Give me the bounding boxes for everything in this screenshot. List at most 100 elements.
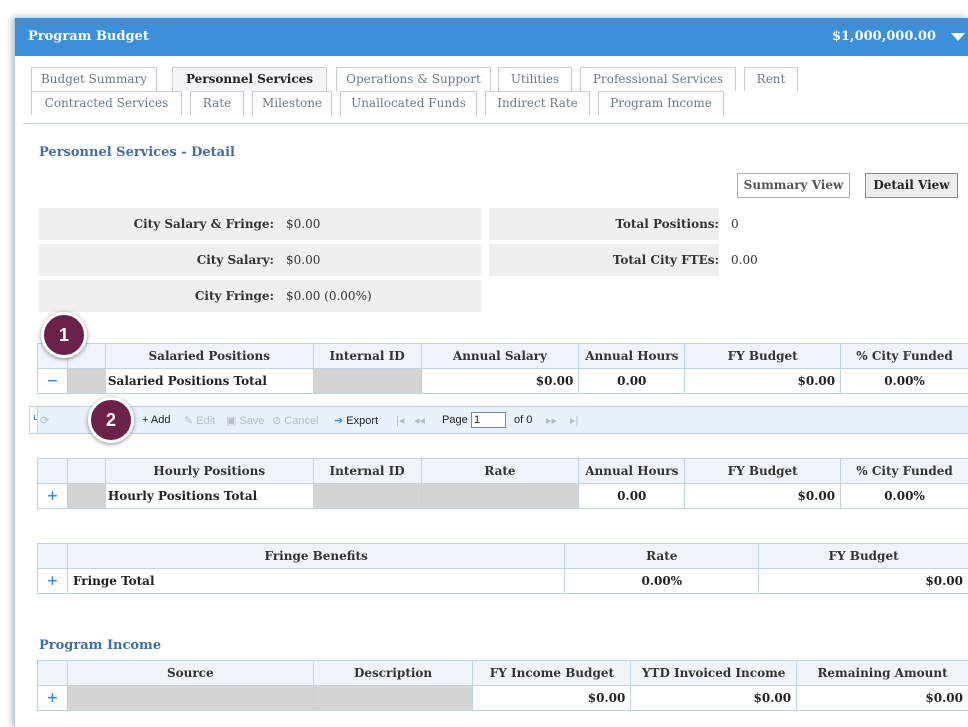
city-salary-label: City Salary: (196, 253, 274, 267)
city-fringe-value: $0.00 (0.00%) (286, 289, 372, 303)
tab-rate[interactable]: Rate (190, 91, 244, 115)
last-page-icon[interactable]: ▸| (570, 414, 578, 427)
expand-col-header (37, 543, 68, 569)
description-cell (312, 685, 474, 711)
callout-badge-2: 2 (88, 397, 134, 443)
cancel-button[interactable]: ⊘ Cancel (272, 414, 319, 427)
fy-income-budget-cell: $0.00 (472, 685, 632, 711)
col-description[interactable]: Description (312, 660, 474, 686)
col-annual-salary[interactable]: Annual Salary (420, 343, 580, 369)
col-fy-budget[interactable]: FY Budget (758, 543, 968, 569)
col-internal-id[interactable]: Internal ID (312, 458, 422, 484)
city-salary-fringe-label: City Salary & Fringe: (133, 217, 274, 231)
tab-program-income[interactable]: Program Income (598, 91, 724, 115)
save-button[interactable]: ▣ Save (226, 414, 265, 427)
pct-funded-cell: 0.00% (840, 483, 968, 509)
edit-label: Edit (196, 415, 216, 427)
annual-hours-cell: 0.00 (578, 483, 686, 509)
expand-row-button[interactable]: + (37, 685, 68, 711)
city-salary-fringe-value: $0.00 (286, 217, 321, 231)
tab-personnel-services[interactable]: Personnel Services (172, 67, 327, 91)
summary-view-button[interactable]: Summary View (737, 173, 850, 198)
col-salaried-positions[interactable]: Salaried Positions (104, 343, 314, 369)
add-icon: + (142, 414, 149, 426)
next-page-icon[interactable]: ▸▸ (546, 414, 557, 427)
source-cell (66, 685, 314, 711)
table-header-row: Salaried Positions Internal ID Annual Sa… (37, 343, 968, 369)
page-number-input[interactable]: 1 (471, 412, 506, 428)
col-annual-hours[interactable]: Annual Hours (578, 458, 686, 484)
city-fringe-label: City Fringe: (194, 289, 274, 303)
tab-unallocated-funds[interactable]: Unallocated Funds (340, 91, 477, 115)
hourly-positions-table: Hourly Positions Internal ID Rate Annual… (37, 458, 968, 509)
tab-budget-summary[interactable]: Budget Summary (31, 67, 157, 91)
table-header-row: Fringe Benefits Rate FY Budget (37, 543, 968, 569)
tab-indirect-rate[interactable]: Indirect Rate (485, 91, 590, 115)
table-row: + Fringe Total 0.00% $0.00 (37, 568, 968, 594)
export-button[interactable]: ➔ Export (334, 414, 378, 427)
col-fy-budget[interactable]: FY Budget (684, 343, 842, 369)
col-hourly-positions[interactable]: Hourly Positions (104, 458, 314, 484)
annual-hours-cell: 0.00 (578, 368, 686, 394)
tab-milestone[interactable]: Milestone (252, 91, 332, 115)
fringe-rate-cell: 0.00% (564, 568, 760, 594)
col-ytd-invoiced-income[interactable]: YTD Invoiced Income (630, 660, 798, 686)
col-rate[interactable]: Rate (420, 458, 580, 484)
col-pct-city-funded[interactable]: % City Funded (840, 458, 968, 484)
edit-button[interactable]: ✎ Edit (184, 414, 215, 427)
col-fy-budget[interactable]: FY Budget (684, 458, 842, 484)
section-title-program-income: Program Income (39, 638, 162, 653)
fy-budget-cell: $0.00 (684, 483, 842, 509)
collapse-caret-icon[interactable] (951, 33, 965, 41)
col-remaining-amount[interactable]: Remaining Amount (796, 660, 968, 686)
total-ftes-label: Total City FTEs: (612, 253, 719, 267)
table-row: − Salaried Positions Total $0.00 0.00 $0… (37, 368, 968, 394)
expand-row-button[interactable]: + (37, 568, 68, 594)
fy-budget-cell: $0.00 (684, 368, 842, 394)
col-pct-city-funded[interactable]: % City Funded (840, 343, 968, 369)
fringe-total-label: Fringe Total (66, 568, 566, 594)
budget-tabs: Budget Summary Personnel Services Operat… (23, 56, 968, 140)
tabs-divider (23, 123, 968, 124)
save-label: Save (239, 415, 265, 427)
tab-professional-services[interactable]: Professional Services (580, 67, 736, 91)
total-positions-label: Total Positions: (615, 217, 719, 231)
rate-cell (420, 483, 580, 509)
panel-header[interactable]: Program Budget $1,000,000.00 (15, 18, 968, 56)
panel-title: Program Budget (28, 29, 149, 44)
col-annual-hours[interactable]: Annual Hours (578, 343, 686, 369)
first-page-icon[interactable]: |◂ (396, 414, 404, 427)
callout-badge-1: 1 (41, 312, 87, 358)
col-source[interactable]: Source (66, 660, 314, 686)
section-title-detail: Personnel Services - Detail (39, 145, 235, 160)
add-button[interactable]: + Add (142, 414, 170, 426)
fringe-benefits-table: Fringe Benefits Rate FY Budget + Fringe … (37, 543, 968, 594)
salaried-total-label: Salaried Positions Total (104, 368, 314, 394)
prev-page-icon[interactable]: ◂◂ (414, 414, 425, 427)
col-rate[interactable]: Rate (564, 543, 760, 569)
hourly-total-label: Hourly Positions Total (104, 483, 314, 509)
expand-row-button[interactable]: + (37, 483, 68, 509)
col-fringe-benefits[interactable]: Fringe Benefits (66, 543, 566, 569)
program-income-table: Source Description FY Income Budget YTD … (37, 660, 968, 711)
refresh-icon[interactable]: ⟳ (40, 414, 49, 427)
page-label: Page (442, 414, 468, 426)
disk-icon: ▣ (226, 415, 237, 427)
internal-id-cell (312, 368, 422, 394)
total-ftes-value: 0.00 (731, 253, 758, 267)
select-col-header (66, 458, 106, 484)
tab-utilities[interactable]: Utilities (498, 67, 572, 91)
detail-view-button[interactable]: Detail View (865, 173, 958, 198)
cancel-icon: ⊘ (272, 415, 282, 427)
table-header-row: Source Description FY Income Budget YTD … (37, 660, 968, 686)
remaining-amount-cell: $0.00 (796, 685, 968, 711)
tab-rent[interactable]: Rent (744, 67, 798, 91)
add-label: Add (150, 414, 171, 426)
tab-contracted-services[interactable]: Contracted Services (31, 91, 182, 115)
fringe-fy-budget-cell: $0.00 (758, 568, 968, 594)
table-row: + $0.00 $0.00 $0.00 (37, 685, 968, 711)
col-internal-id[interactable]: Internal ID (312, 343, 422, 369)
tab-operations-support[interactable]: Operations & Support (336, 67, 491, 91)
collapse-row-button[interactable]: − (37, 368, 68, 394)
col-fy-income-budget[interactable]: FY Income Budget (472, 660, 632, 686)
